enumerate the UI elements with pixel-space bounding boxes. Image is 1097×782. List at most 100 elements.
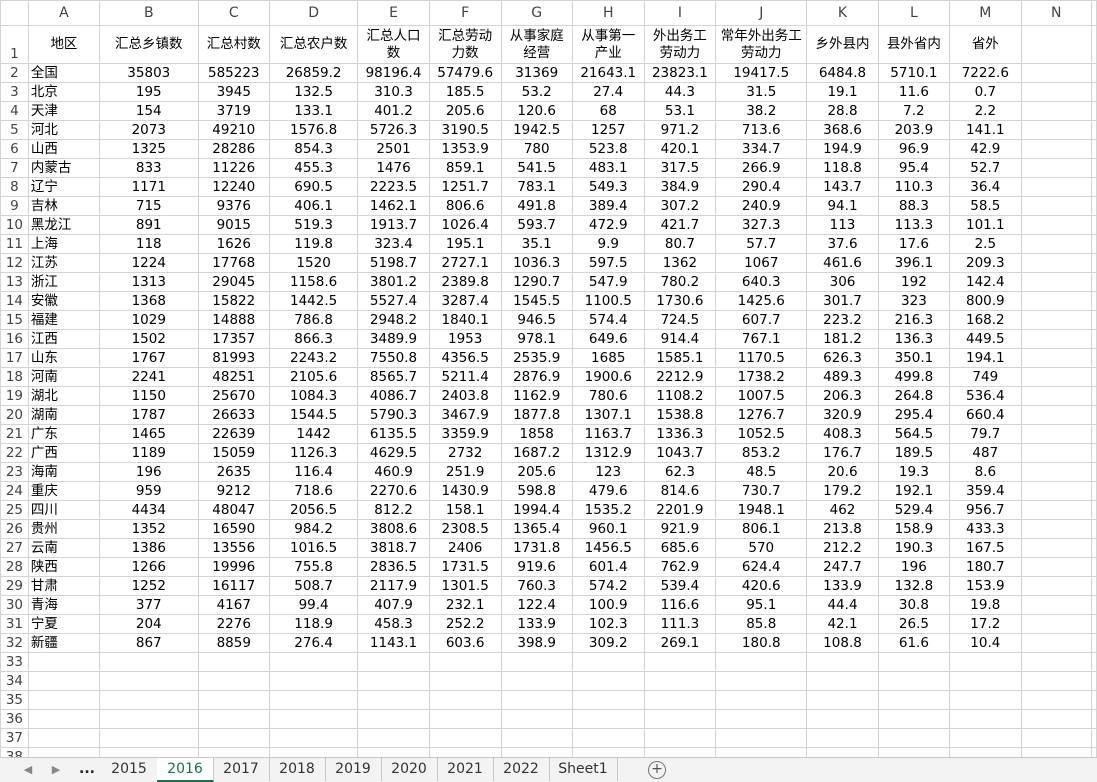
data-cell[interactable]: 120.6 [500,101,573,121]
header-cell[interactable]: 省外 [949,25,1022,64]
data-cell[interactable]: 449.5 [949,329,1022,349]
data-cell[interactable]: 519.3 [269,215,359,235]
data-cell[interactable]: 3719 [197,101,271,121]
data-cell[interactable]: 209.3 [949,253,1022,273]
data-cell[interactable]: 8859 [197,633,271,653]
empty-cell[interactable] [1091,481,1097,501]
header-cell[interactable]: 常年外出务工劳动力 [715,25,808,64]
data-cell[interactable]: 95.4 [877,158,951,178]
data-cell[interactable]: 780 [500,139,573,159]
data-cell[interactable]: 334.7 [715,139,808,159]
data-cell[interactable]: 4086.7 [357,386,430,406]
data-cell[interactable]: 118 [99,234,199,254]
sheet-tab-2017[interactable]: 2017 [213,758,270,781]
data-cell[interactable]: 1312.9 [571,443,645,463]
data-cell[interactable]: 290.4 [715,177,808,197]
data-cell[interactable]: 37.6 [806,234,879,254]
empty-cell[interactable] [1020,367,1093,387]
data-cell[interactable]: 833 [99,158,199,178]
data-cell[interactable]: 30.8 [877,595,951,615]
header-cell[interactable]: 汇总村数 [197,25,271,64]
empty-cell[interactable] [1020,519,1093,539]
data-cell[interactable]: 79.7 [949,424,1022,444]
sheet-tab-2016[interactable]: 2016 [157,758,214,782]
data-cell[interactable]: 113 [806,215,879,235]
data-cell[interactable]: 53.2 [500,82,573,102]
empty-cell[interactable] [877,709,951,729]
data-cell[interactable]: 四川 [27,500,101,520]
empty-cell[interactable] [1091,690,1097,710]
row-header[interactable]: 28 [0,557,29,577]
data-cell[interactable]: 853.2 [715,443,808,463]
data-cell[interactable]: 598.8 [500,481,573,501]
empty-cell[interactable] [357,728,430,748]
data-cell[interactable]: 601.4 [571,557,645,577]
empty-cell[interactable] [1020,196,1093,216]
row-header[interactable]: 13 [0,272,29,292]
data-cell[interactable]: 6135.5 [357,424,430,444]
row-header[interactable]: 9 [0,196,29,216]
data-cell[interactable]: 327.3 [715,215,808,235]
data-cell[interactable]: 713.6 [715,120,808,140]
data-cell[interactable]: 866.3 [269,329,359,349]
data-cell[interactable]: 9376 [197,196,271,216]
data-cell[interactable]: 350.1 [877,348,951,368]
data-cell[interactable]: 7.2 [877,101,951,121]
data-cell[interactable]: 1007.5 [715,386,808,406]
empty-cell[interactable] [1091,139,1097,159]
data-cell[interactable]: 2223.5 [357,177,430,197]
empty-cell[interactable] [27,747,101,757]
empty-cell[interactable] [27,690,101,710]
data-cell[interactable]: 48.5 [715,462,808,482]
data-cell[interactable]: 31369 [500,63,573,83]
data-cell[interactable]: 216.3 [877,310,951,330]
data-cell[interactable]: 398.9 [500,633,573,653]
data-cell[interactable]: 全国 [27,63,101,83]
data-cell[interactable]: 57.7 [715,234,808,254]
data-cell[interactable]: 2836.5 [357,557,430,577]
data-cell[interactable]: 570 [715,538,808,558]
empty-cell[interactable] [1020,614,1093,634]
data-cell[interactable]: 205.6 [500,462,573,482]
data-cell[interactable]: 1948.1 [715,500,808,520]
data-cell[interactable]: 96.9 [877,139,951,159]
data-cell[interactable]: 1731.5 [428,557,502,577]
data-cell[interactable]: 53.1 [643,101,717,121]
empty-cell[interactable] [643,671,717,691]
empty-cell[interactable] [1091,177,1097,197]
data-cell[interactable]: 914.4 [643,329,717,349]
add-sheet-icon[interactable]: + [648,761,666,779]
data-cell[interactable]: 420.1 [643,139,717,159]
empty-cell[interactable] [99,690,199,710]
empty-cell[interactable] [1091,709,1097,729]
data-cell[interactable]: 213.8 [806,519,879,539]
data-cell[interactable]: 1163.7 [571,424,645,444]
data-cell[interactable]: 730.7 [715,481,808,501]
empty-cell[interactable] [806,671,879,691]
data-cell[interactable]: 28286 [197,139,271,159]
data-cell[interactable]: 607.7 [715,310,808,330]
row-header[interactable]: 12 [0,253,29,273]
data-cell[interactable]: 甘肃 [27,576,101,596]
empty-cell[interactable] [1020,424,1093,444]
data-cell[interactable]: 181.2 [806,329,879,349]
data-cell[interactable]: 81993 [197,348,271,368]
empty-cell[interactable] [1091,538,1097,558]
empty-cell[interactable] [1091,614,1097,634]
data-cell[interactable]: 3467.9 [428,405,502,425]
empty-cell[interactable] [1091,253,1097,273]
data-cell[interactable]: 江西 [27,329,101,349]
data-cell[interactable]: 541.5 [500,158,573,178]
data-cell[interactable]: 9015 [197,215,271,235]
data-cell[interactable]: 14888 [197,310,271,330]
row-header[interactable]: 11 [0,234,29,254]
data-cell[interactable]: 2201.9 [643,500,717,520]
data-cell[interactable]: 1325 [99,139,199,159]
data-cell[interactable]: 133.9 [806,576,879,596]
row-header[interactable]: 24 [0,481,29,501]
empty-cell[interactable] [806,690,879,710]
data-cell[interactable]: 内蒙古 [27,158,101,178]
data-cell[interactable]: 359.4 [949,481,1022,501]
empty-cell[interactable] [877,652,951,672]
data-cell[interactable]: 154 [99,101,199,121]
